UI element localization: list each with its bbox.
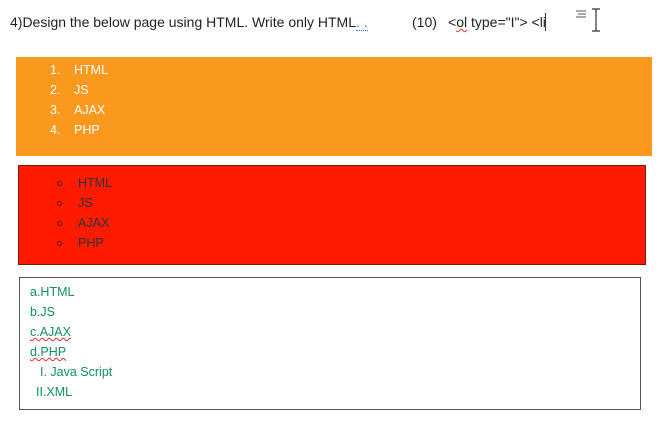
circle-bullet-icon	[57, 220, 62, 226]
circle-bullet-icon	[57, 180, 62, 186]
unordered-list: HTML JS AJAX PHP	[57, 173, 112, 253]
code-rest: type="I"> <li	[467, 14, 546, 30]
list-item: 1. HTML	[50, 63, 109, 77]
alpha-list-box	[19, 277, 641, 410]
text-align-icon	[576, 10, 586, 18]
list-item: c.AJAX	[30, 325, 71, 339]
code-ol: ol	[456, 14, 468, 30]
code-prefix: <	[448, 14, 457, 30]
list-item: PHP	[57, 233, 112, 253]
ibeam-cursor-icon	[592, 8, 600, 32]
list-item: a.HTML	[30, 285, 75, 299]
marks-label: (10)	[412, 14, 437, 30]
ordered-list-box	[16, 57, 652, 156]
list-item: 4. PHP	[50, 123, 100, 137]
text-caret	[545, 13, 546, 31]
question-text: 4)Design the below page using HTML. Writ…	[10, 14, 368, 31]
question-tail: . .	[356, 14, 368, 31]
ordered-list: 1. HTML 2. JS 3. AJAX 4. PHP	[50, 62, 108, 142]
circle-bullet-icon	[57, 200, 62, 206]
list-item: 2. JS	[50, 83, 89, 97]
nested-list-item: II.XML	[36, 385, 73, 399]
circle-bullet-icon	[57, 240, 62, 246]
list-item: HTML	[57, 173, 112, 193]
list-item: d.PHP	[30, 345, 67, 359]
list-item: b.JS	[30, 305, 56, 319]
list-item: JS	[57, 193, 112, 213]
question-label: 4)Design the below page using HTML. Writ…	[10, 14, 357, 30]
list-item: AJAX	[57, 213, 112, 233]
alpha-list: a.HTML b.JS c.AJAX d.PHP I. Java Script …	[30, 284, 112, 404]
list-item: 3. AJAX	[50, 103, 106, 117]
code-snippet[interactable]: <ol type="I"> <li	[448, 14, 546, 30]
nested-list-item: I. Java Script	[40, 365, 113, 379]
unordered-list-box	[18, 165, 646, 265]
